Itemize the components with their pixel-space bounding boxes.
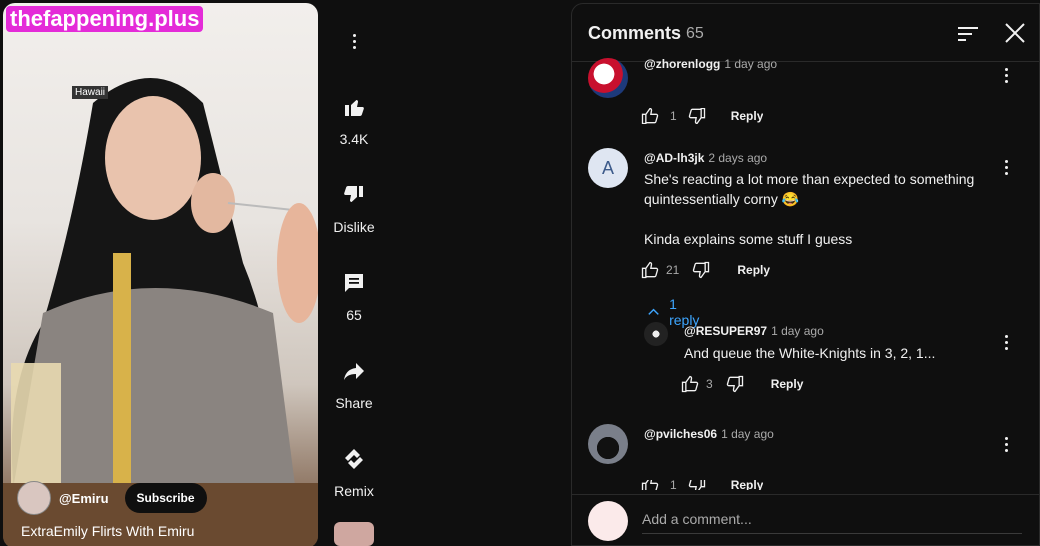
comment-menu-icon[interactable] — [1004, 68, 1008, 86]
video-frame-person — [3, 78, 318, 546]
channel-avatar[interactable] — [17, 481, 51, 515]
next-video-thumbnail[interactable] — [334, 522, 374, 546]
sort-icon[interactable] — [958, 26, 978, 42]
comment-menu-icon[interactable] — [1004, 160, 1008, 178]
user-avatar — [588, 501, 628, 541]
remix-button[interactable]: Remix — [324, 447, 384, 499]
comment-avatar[interactable]: A — [588, 148, 628, 188]
remix-icon — [345, 449, 363, 469]
comment-text-line: quintessentially corny 😂 — [644, 191, 800, 207]
comment-actions: 1 Reply — [640, 480, 763, 490]
remix-label: Remix — [334, 483, 374, 499]
action-bar: 3.4K Dislike 65 Share Remix — [324, 0, 384, 546]
comment-menu-icon[interactable] — [1004, 437, 1008, 455]
thumbs-down-icon[interactable] — [687, 108, 707, 124]
thumbs-down-icon[interactable] — [691, 260, 711, 280]
comments-button[interactable]: 65 — [324, 271, 384, 323]
comment-avatar[interactable] — [588, 58, 628, 98]
like-count: 1 — [670, 109, 677, 123]
thumbs-down-icon[interactable] — [687, 480, 707, 490]
watermark: thefappening.plus — [6, 6, 204, 32]
reply-author[interactable]: @RESUPER97 1 day ago — [684, 324, 824, 338]
comment-text-line: She's reacting a lot more than expected … — [644, 171, 975, 187]
like-count: 3.4K — [339, 131, 369, 147]
video-player[interactable]: thefappening.plus Hawaii @Emiru Subscrib… — [3, 3, 318, 546]
subscribe-button[interactable]: Subscribe — [124, 483, 207, 513]
comments-title: Comments — [588, 23, 682, 43]
thumbs-down-icon — [344, 186, 363, 202]
reply-button[interactable]: Reply — [771, 377, 804, 391]
comment-actions: 21 Reply — [640, 260, 770, 280]
comments-header: Comments 65 — [572, 4, 1039, 62]
reply-menu-icon[interactable] — [1004, 335, 1008, 353]
reply-text: And queue the White-Knights in 3, 2, 1..… — [684, 345, 936, 361]
like-count: 21 — [666, 263, 680, 277]
reply-button[interactable]: Reply — [737, 263, 770, 277]
comment-actions: 1 Reply — [640, 108, 763, 124]
comment-author[interactable]: @zhorenlogg 1 day ago — [644, 57, 777, 71]
channel-name[interactable]: @Emiru — [59, 491, 109, 506]
shorts-player-page: thefappening.plus Hawaii @Emiru Subscrib… — [0, 0, 1040, 546]
reply-avatar[interactable] — [644, 322, 668, 346]
comment-avatar[interactable] — [588, 424, 628, 464]
comments-count: 65 — [686, 25, 704, 42]
comment-count: 65 — [346, 307, 362, 323]
reply-actions: 3 Reply — [680, 374, 803, 394]
thumbs-up-icon[interactable] — [640, 480, 660, 490]
thumbs-up-icon — [345, 100, 364, 116]
add-comment-input[interactable] — [642, 511, 1022, 534]
thumbs-up-icon[interactable] — [680, 374, 700, 394]
chevron-up-icon — [648, 308, 659, 315]
share-label: Share — [335, 395, 373, 411]
reply-button[interactable]: Reply — [731, 109, 764, 123]
add-comment-row — [572, 494, 1039, 545]
like-count: 1 — [670, 480, 677, 490]
thumbs-down-icon[interactable] — [725, 374, 745, 394]
more-options-icon[interactable] — [352, 34, 356, 52]
dislike-button[interactable]: Dislike — [324, 183, 384, 235]
comment-text-line: Kinda explains some stuff I guess — [644, 231, 853, 247]
comments-panel: Comments 65 @zhorenlogg 1 day ago 1 Reply… — [571, 3, 1040, 546]
like-button[interactable]: 3.4K — [324, 95, 384, 147]
location-tag: Hawaii — [72, 86, 109, 99]
thumbs-up-icon[interactable] — [640, 108, 660, 124]
video-title[interactable]: ExtraEmily Flirts With Emiru — [21, 523, 194, 539]
comment-author[interactable]: @AD-lh3jk 2 days ago — [644, 151, 767, 165]
share-button[interactable]: Share — [324, 359, 384, 411]
comment-icon — [345, 274, 363, 292]
channel-row: @Emiru Subscribe — [17, 481, 207, 515]
like-count: 3 — [706, 377, 713, 391]
thumbs-up-icon[interactable] — [640, 260, 660, 280]
comment-author[interactable]: @pvilches06 1 day ago — [644, 427, 774, 441]
dislike-label: Dislike — [333, 219, 375, 235]
reply-button[interactable]: Reply — [731, 480, 764, 490]
close-icon[interactable] — [1004, 22, 1026, 44]
share-icon — [344, 363, 364, 380]
